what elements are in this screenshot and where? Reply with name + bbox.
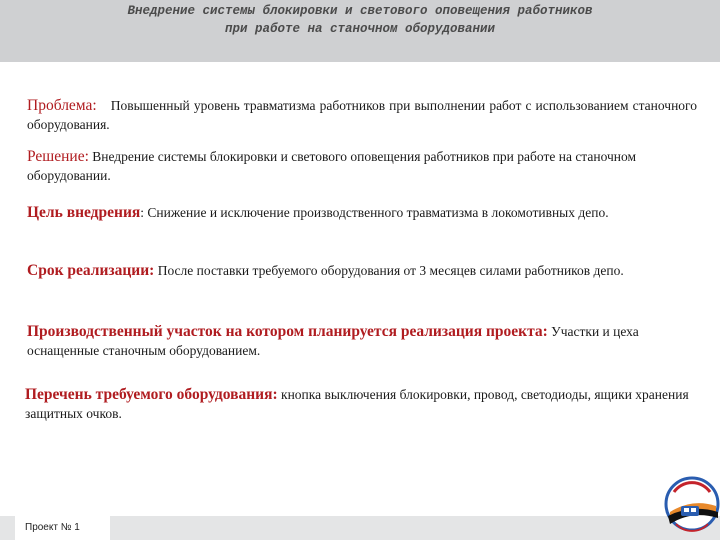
problem-label: Проблема:: [27, 97, 97, 114]
deadline-item: Срок реализации: После поставки требуемо…: [27, 261, 697, 280]
railway-logo-icon: [664, 476, 720, 532]
slide-content: Проблема: Повышенный уровень травматизма …: [0, 0, 720, 540]
problem-item: Проблема: Повышенный уровень травматизма …: [27, 96, 697, 134]
project-number: Проект № 1: [25, 522, 80, 533]
goal-label: Цель внедрения: [27, 204, 141, 221]
equipment-label: Перечень требуемого оборудования:: [25, 386, 278, 403]
solution-text: Внедрение системы блокировки и светового…: [27, 149, 637, 183]
deadline-text: После поставки требуемого оборудования о…: [157, 263, 624, 278]
goal-item: Цель внедрения: Снижение и исключение пр…: [27, 203, 697, 222]
site-label: Производственный участок на котором план…: [27, 323, 548, 340]
site-item: Производственный участок на котором план…: [27, 322, 697, 360]
deadline-label: Срок реализации:: [27, 262, 155, 279]
equipment-item: Перечень требуемого оборудования: кнопка…: [25, 385, 695, 423]
solution-label: Решение:: [27, 148, 89, 165]
solution-item: Решение: Внедрение системы блокировки и …: [27, 147, 697, 185]
problem-text: Повышенный уровень травматизма работнико…: [27, 98, 697, 132]
goal-text: : Снижение и исключение производственног…: [140, 205, 609, 220]
